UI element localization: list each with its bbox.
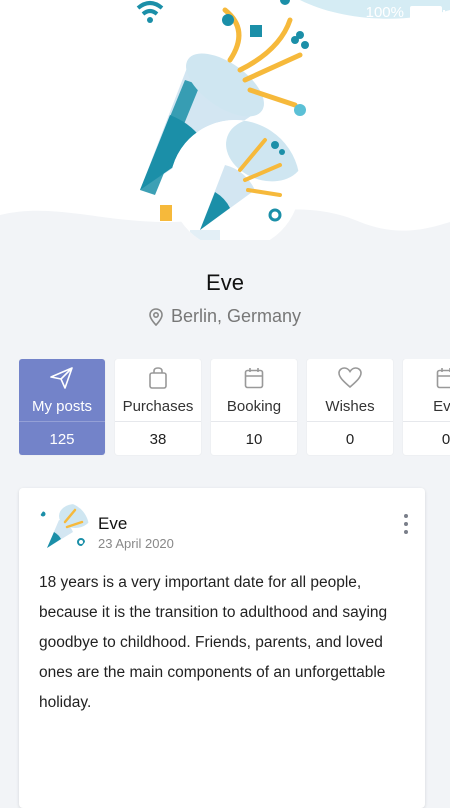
avatar[interactable] [170,120,300,240]
post-author-avatar[interactable] [37,502,89,554]
calendar-icon [436,367,450,389]
stat-count: 0 [307,421,393,456]
heart-icon [338,367,362,389]
stat-wishes[interactable]: Wishes 0 [307,359,393,455]
stat-count: 10 [211,421,297,456]
more-options-icon[interactable] [401,514,411,534]
stats-row: My posts 125 Purchases 38 [19,359,450,457]
profile-name: Eve [0,270,450,296]
stat-purchases[interactable]: Purchases 38 [115,359,201,455]
post-author-name[interactable]: Eve [98,514,127,534]
battery-icon [410,6,442,20]
profile-location: Berlin, Germany [0,306,450,327]
avatar-party-popper-icon [170,120,300,240]
stat-label: Purchases [123,398,194,415]
post-text: 18 years is a very important date for al… [39,568,409,718]
stat-events[interactable]: Eve 0 [403,359,450,455]
party-popper-icon [37,502,89,554]
post-date: 23 April 2020 [98,536,174,551]
status-bar: 100% [366,4,442,21]
location-pin-icon [149,308,163,326]
location-text: Berlin, Germany [171,306,301,327]
stat-label: Wishes [325,398,374,415]
stat-label: My posts [32,398,92,415]
stat-label: Booking [227,398,281,415]
stat-count: 125 [19,421,105,456]
bag-icon [148,367,168,389]
profile-header: My [0,0,450,240]
stat-label: Eve [433,398,450,415]
battery-percent: 100% [366,4,404,21]
stat-my-posts[interactable]: My posts 125 [19,359,105,455]
stat-count: 0 [403,421,450,456]
stat-count: 38 [115,421,201,456]
paper-plane-icon [50,367,74,389]
calendar-icon [244,367,264,389]
post-card[interactable]: Eve 23 April 2020 18 years is a very imp… [19,488,425,808]
stat-booking[interactable]: Booking 10 [211,359,297,455]
